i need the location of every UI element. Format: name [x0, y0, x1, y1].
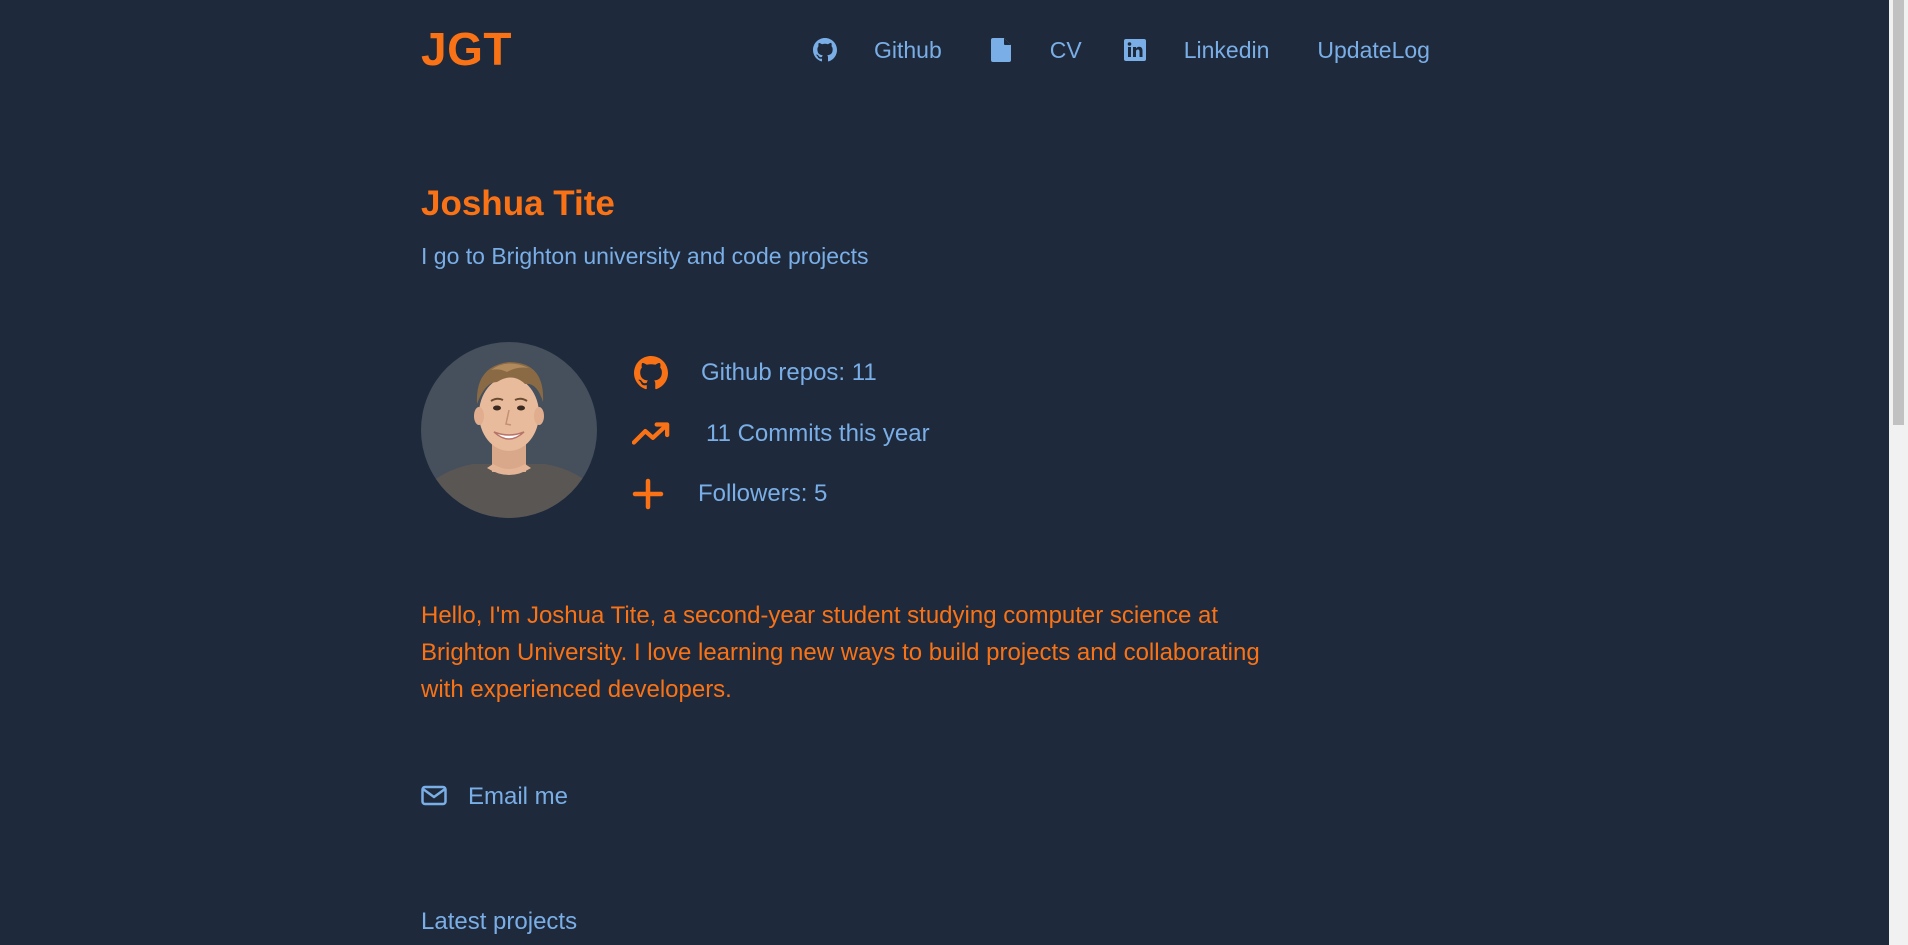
- stat-followers: Followers: 5: [698, 480, 828, 507]
- main-nav: Github CV Linkedin UpdateLog: [812, 34, 1430, 66]
- github-icon[interactable]: [812, 37, 838, 63]
- site-logo[interactable]: JGT: [421, 22, 512, 76]
- vertical-scrollbar[interactable]: [1889, 0, 1908, 945]
- stat-commits: 11 Commits this year: [706, 420, 930, 447]
- page: JGT Github CV Linkedin UpdateLog Joshua …: [0, 0, 1889, 945]
- latest-projects-heading: Latest projects: [421, 908, 578, 935]
- email-me-link[interactable]: Email me: [468, 783, 568, 811]
- trending-up-icon: [632, 415, 670, 453]
- plus-icon: [629, 475, 667, 513]
- page-title: Joshua Tite: [421, 184, 615, 223]
- tagline: I go to Brighton university and code pro…: [421, 243, 869, 269]
- stat-github-repos: Github repos: 11: [701, 359, 877, 386]
- bio-text: Hello, I'm Joshua Tite, a second-year st…: [421, 602, 1260, 703]
- document-icon[interactable]: [988, 37, 1014, 63]
- github-icon: [632, 354, 670, 392]
- nav-link-linkedin[interactable]: Linkedin: [1184, 37, 1270, 64]
- nav-link-updatelog[interactable]: UpdateLog: [1317, 37, 1430, 64]
- linkedin-icon[interactable]: [1122, 37, 1148, 63]
- scrollbar-thumb[interactable]: [1893, 0, 1904, 425]
- nav-link-github[interactable]: Github: [874, 37, 942, 64]
- nav-link-cv[interactable]: CV: [1050, 37, 1082, 64]
- envelope-icon[interactable]: [421, 785, 447, 811]
- avatar: [421, 342, 597, 518]
